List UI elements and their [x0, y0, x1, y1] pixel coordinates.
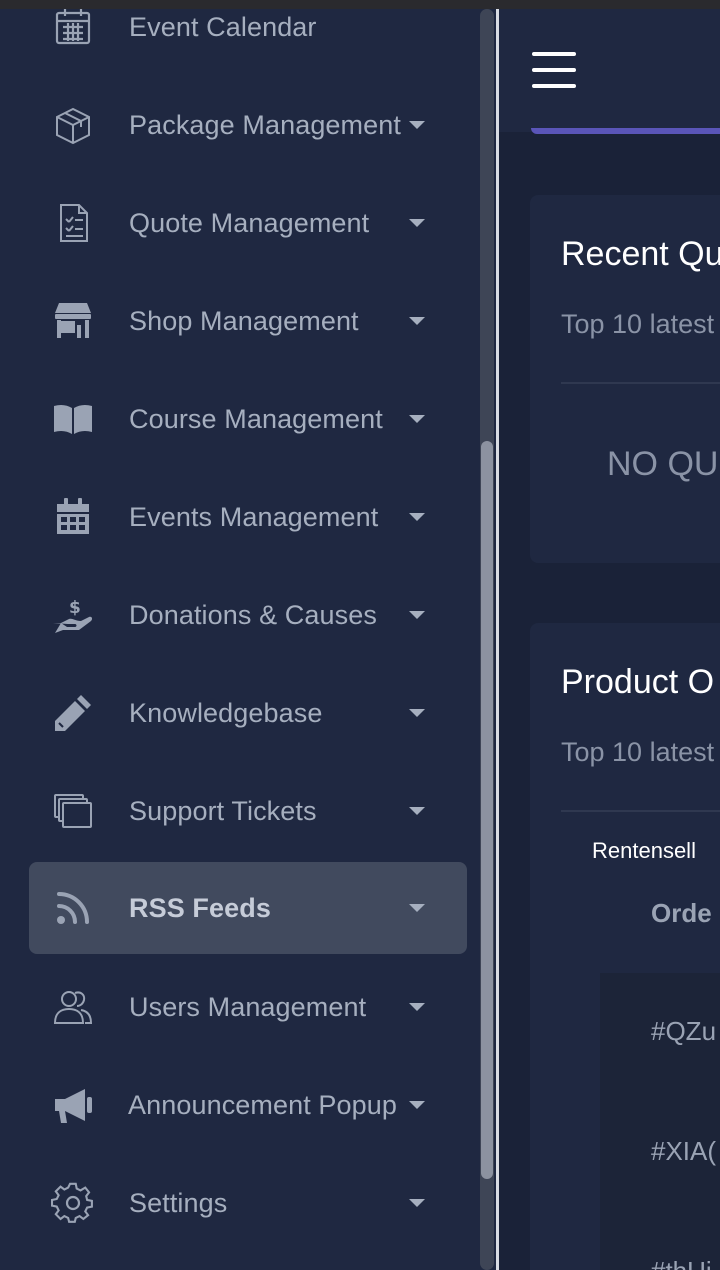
- users-icon: [51, 985, 95, 1029]
- sidebar-item-label: Support Tickets: [129, 795, 317, 826]
- chevron-down-icon: [409, 611, 425, 619]
- chevron-down-icon: [409, 1199, 425, 1207]
- sidebar-item-label: RSS Feeds: [129, 892, 271, 923]
- sidebar-item-shop-management[interactable]: Shop Management: [29, 275, 467, 367]
- card-title: Recent Qu: [561, 235, 720, 273]
- card-divider: [561, 810, 720, 812]
- scrollbar-thumb[interactable]: [481, 441, 493, 1179]
- top-header: [499, 9, 720, 134]
- chevron-down-icon: [409, 317, 425, 325]
- main-content: Recent Qu Top 10 latest NO QU Product O …: [499, 9, 720, 1270]
- sidebar-item-event-calendar[interactable]: Event Calendar: [29, 9, 467, 73]
- card-subtitle: Top 10 latest: [561, 737, 715, 767]
- sidebar-item-quote-management[interactable]: Quote Management: [29, 177, 467, 269]
- pencil-icon: [51, 691, 95, 735]
- open-book-icon: [51, 397, 95, 441]
- sidebar-item-settings[interactable]: Settings: [29, 1157, 467, 1249]
- svg-text:$: $: [69, 598, 81, 618]
- rss-icon: [51, 886, 95, 930]
- chevron-down-icon: [409, 219, 425, 227]
- chevron-down-icon: [409, 904, 425, 912]
- chevron-down-icon: [409, 807, 425, 815]
- sidebar-item-package-management[interactable]: Package Management: [29, 79, 467, 171]
- sidebar-item-events-management[interactable]: Events Management: [29, 471, 467, 563]
- sidebar-item-label: Settings: [129, 1187, 228, 1218]
- storefront-icon: [51, 299, 95, 343]
- table-row-order-id[interactable]: #QZu: [651, 1016, 716, 1047]
- sidebar-item-label: Event Calendar: [129, 11, 317, 42]
- card-title: Product O: [561, 663, 715, 701]
- card-divider: [561, 382, 720, 384]
- megaphone-icon: [51, 1083, 95, 1127]
- sidebar-item-label: Quote Management: [129, 207, 370, 238]
- chevron-down-icon: [409, 121, 425, 129]
- sidebar-item-announcement-popup[interactable]: Announcement Popup: [29, 1059, 467, 1151]
- store-name: Rentensell: [592, 838, 696, 863]
- sidebar-item-rss-feeds[interactable]: RSS Feeds: [29, 862, 467, 954]
- card-subtitle: Top 10 latest: [561, 309, 715, 339]
- gear-icon: [51, 1181, 95, 1225]
- tickets-icon: [51, 789, 95, 833]
- sidebar-item-course-management[interactable]: Course Management: [29, 373, 467, 465]
- chevron-down-icon: [409, 415, 425, 423]
- quote-document-icon: [51, 201, 95, 245]
- sidebar-item-label: Package Management: [129, 109, 401, 140]
- sidebar: Event Calendar Package Management Quote …: [0, 9, 497, 1270]
- sidebar-item-label: Announcement Popup: [128, 1089, 398, 1120]
- header-accent-bar: [531, 128, 720, 134]
- table-row-order-id[interactable]: #thUi: [651, 1256, 712, 1270]
- sidebar-item-donations-causes[interactable]: $ Donations & Causes: [29, 569, 467, 661]
- sidebar-scrollbar[interactable]: [480, 9, 494, 1270]
- chevron-down-icon: [409, 709, 425, 717]
- browser-top-strip: [0, 0, 720, 9]
- sidebar-item-support-tickets[interactable]: Support Tickets: [29, 765, 467, 857]
- recent-quotes-card: Recent Qu Top 10 latest NO QU: [530, 195, 720, 563]
- package-box-icon: [51, 103, 95, 147]
- sidebar-item-label: Donations & Causes: [129, 599, 377, 630]
- sidebar-item-knowledgebase[interactable]: Knowledgebase: [29, 667, 467, 759]
- calendar-icon: [51, 495, 95, 539]
- sidebar-item-label: Knowledgebase: [129, 697, 323, 728]
- sidebar-item-label: Users Management: [129, 991, 367, 1022]
- chevron-down-icon: [409, 1101, 425, 1109]
- empty-state-text: NO QU: [607, 445, 719, 483]
- sidebar-item-label: Shop Management: [129, 305, 359, 336]
- menu-toggle-icon[interactable]: [532, 52, 576, 88]
- table-row-order-id[interactable]: #XIA(: [651, 1136, 716, 1167]
- sidebar-item-label: Events Management: [129, 501, 379, 532]
- product-orders-card: Product O Top 10 latest Rentensell Orde …: [530, 623, 720, 1270]
- sidebar-item-label: Course Management: [129, 403, 383, 434]
- column-header-order: Orde: [651, 898, 712, 928]
- chevron-down-icon: [409, 513, 425, 521]
- donation-hand-icon: $: [51, 593, 95, 637]
- sidebar-item-users-management[interactable]: Users Management: [29, 961, 467, 1053]
- calendar-grid-icon: [51, 9, 95, 49]
- chevron-down-icon: [409, 1003, 425, 1011]
